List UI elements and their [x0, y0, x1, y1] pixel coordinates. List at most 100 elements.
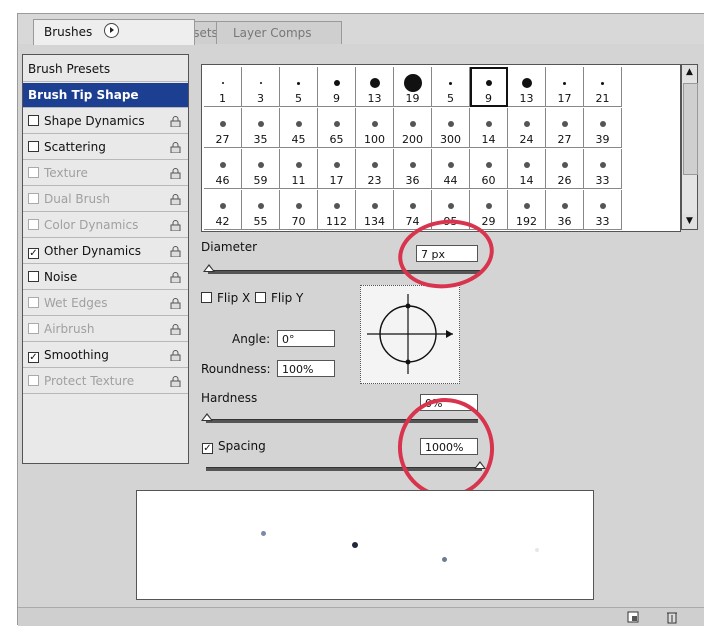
brush-tip-cell[interactable]: 100: [356, 108, 394, 148]
brush-tip-cell[interactable]: 300: [432, 108, 470, 148]
brush-tip-cell[interactable]: 192: [508, 190, 546, 230]
brush-tip-cell[interactable]: 65: [318, 108, 356, 148]
angle-roundness-widget[interactable]: [360, 285, 460, 384]
setting-checkbox[interactable]: [28, 297, 39, 308]
lock-icon[interactable]: [170, 220, 181, 231]
setting-checkbox[interactable]: [28, 193, 39, 204]
brush-tip-cell[interactable]: 200: [394, 108, 432, 148]
brush-tip-cell[interactable]: 42: [204, 190, 242, 230]
setting-checkbox[interactable]: [28, 219, 39, 230]
brush-setting-airbrush[interactable]: Airbrush: [23, 317, 188, 342]
flip-y-checkbox[interactable]: Flip Y: [255, 291, 303, 305]
flip-y-box[interactable]: [255, 292, 266, 303]
setting-checkbox[interactable]: [28, 167, 39, 178]
lock-icon[interactable]: [170, 168, 181, 179]
brush-tip-cell[interactable]: 59: [242, 149, 280, 189]
brush-setting-texture[interactable]: Texture: [23, 161, 188, 186]
brush-tip-cell[interactable]: 35: [242, 108, 280, 148]
lock-icon[interactable]: [170, 142, 181, 153]
brush-setting-scattering[interactable]: Scattering: [23, 135, 188, 160]
brush-tip-preview-icon: [447, 121, 454, 127]
hardness-slider-thumb[interactable]: [201, 413, 213, 421]
setting-checkbox[interactable]: [28, 271, 39, 282]
brush-setting-wet-edges[interactable]: Wet Edges: [23, 291, 188, 316]
diameter-slider-thumb[interactable]: [203, 264, 215, 272]
setting-label: Protect Texture: [44, 374, 135, 388]
flip-x-box[interactable]: [201, 292, 212, 303]
panel-menu-arrow-icon[interactable]: [104, 23, 120, 38]
brush-tip-cell[interactable]: 5: [280, 67, 318, 107]
setting-checkbox[interactable]: ✓: [28, 248, 39, 259]
brush-tip-cell[interactable]: 14: [470, 108, 508, 148]
brush-setting-protect-texture[interactable]: Protect Texture: [23, 369, 188, 394]
scroll-up-icon[interactable]: ▲: [682, 65, 697, 80]
scroll-thumb[interactable]: [683, 83, 698, 175]
setting-checkbox[interactable]: [28, 323, 39, 334]
brush-tip-cell[interactable]: 24: [508, 108, 546, 148]
brush-tip-cell[interactable]: 36: [546, 190, 584, 230]
brush-tip-cell[interactable]: 29: [470, 190, 508, 230]
setting-checkbox[interactable]: [28, 115, 39, 126]
brush-tip-cell[interactable]: 14: [508, 149, 546, 189]
brush-tip-cell[interactable]: 11: [280, 149, 318, 189]
brush-tip-cell[interactable]: 23: [356, 149, 394, 189]
setting-checkbox[interactable]: ✓: [28, 352, 39, 363]
brush-tip-cell[interactable]: 9: [318, 67, 356, 107]
brush-tip-cell[interactable]: 70: [280, 190, 318, 230]
brush-tip-cell[interactable]: 39: [584, 108, 622, 148]
flip-x-checkbox[interactable]: Flip X: [201, 291, 250, 305]
brush-tip-cell[interactable]: 45: [280, 108, 318, 148]
brush-tip-cell[interactable]: 13: [508, 67, 546, 107]
brush-tip-cell[interactable]: 9: [470, 67, 508, 107]
brush-tip-cell[interactable]: 33: [584, 190, 622, 230]
lock-icon[interactable]: [170, 350, 181, 361]
lock-icon[interactable]: [170, 324, 181, 335]
brush-tip-cell[interactable]: 46: [204, 149, 242, 189]
lock-icon[interactable]: [170, 376, 181, 387]
brush-tip-cell[interactable]: 1: [204, 67, 242, 107]
brush-tip-cell[interactable]: 21: [584, 67, 622, 107]
lock-icon[interactable]: [170, 116, 181, 127]
brush-grid-scrollbar[interactable]: ▲ ▼: [681, 64, 698, 230]
brush-tip-cell[interactable]: 33: [584, 149, 622, 189]
brush-tip-cell[interactable]: 112: [318, 190, 356, 230]
brush-tip-cell[interactable]: 27: [546, 108, 584, 148]
spacing-checkbox[interactable]: ✓ Spacing: [202, 439, 266, 454]
lock-icon[interactable]: [170, 272, 181, 283]
angle-field[interactable]: 0°: [277, 330, 335, 347]
scroll-down-icon[interactable]: ▼: [682, 214, 697, 229]
lock-icon[interactable]: [170, 194, 181, 205]
brush-tip-cell[interactable]: 26: [546, 149, 584, 189]
brush-size-label: 23: [367, 174, 382, 187]
brush-setting-brush-tip-shape[interactable]: Brush Tip Shape: [23, 83, 188, 108]
new-brush-icon[interactable]: [627, 611, 639, 623]
brush-tip-cell[interactable]: 55: [242, 190, 280, 230]
brush-setting-other-dynamics[interactable]: ✓ Other Dynamics: [23, 239, 188, 264]
lock-icon[interactable]: [170, 246, 181, 257]
brush-setting-dual-brush[interactable]: Dual Brush: [23, 187, 188, 212]
brush-tip-cell[interactable]: 17: [546, 67, 584, 107]
brush-tip-cell[interactable]: 5: [432, 67, 470, 107]
spacing-box[interactable]: ✓: [202, 443, 213, 454]
brush-tip-cell[interactable]: 17: [318, 149, 356, 189]
brush-tip-cell[interactable]: 13: [356, 67, 394, 107]
brush-setting-smoothing[interactable]: ✓ Smoothing: [23, 343, 188, 368]
lock-icon[interactable]: [170, 298, 181, 309]
brush-tip-cell[interactable]: 36: [394, 149, 432, 189]
setting-checkbox[interactable]: [28, 141, 39, 152]
brush-tip-cell[interactable]: 44: [432, 149, 470, 189]
brush-tip-cell[interactable]: 19: [394, 67, 432, 107]
brush-tip-cell[interactable]: 27: [204, 108, 242, 148]
tab-layer-comps[interactable]: Layer Comps: [216, 21, 342, 44]
brush-setting-color-dynamics[interactable]: Color Dynamics: [23, 213, 188, 238]
setting-checkbox[interactable]: [28, 375, 39, 386]
trash-icon[interactable]: [666, 610, 678, 624]
brush-tip-cell[interactable]: 60: [470, 149, 508, 189]
tab-brushes[interactable]: Brushes: [33, 19, 195, 45]
brush-setting-shape-dynamics[interactable]: Shape Dynamics: [23, 109, 188, 134]
brush-setting-noise[interactable]: Noise: [23, 265, 188, 290]
roundness-field[interactable]: 100%: [277, 360, 335, 377]
brush-tip-cell[interactable]: 134: [356, 190, 394, 230]
brush-setting-brush-presets[interactable]: Brush Presets: [23, 57, 188, 82]
brush-tip-cell[interactable]: 3: [242, 67, 280, 107]
